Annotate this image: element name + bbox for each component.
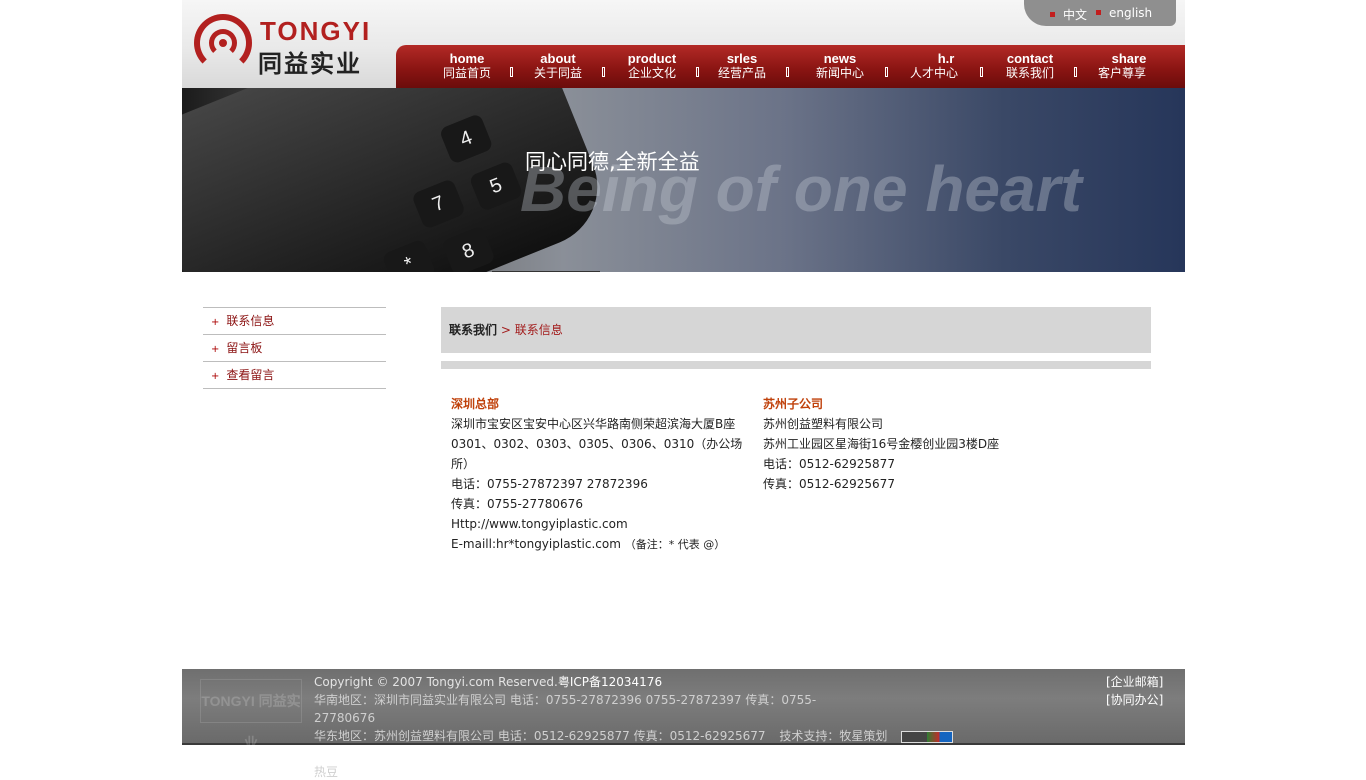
logo[interactable]: TONGYI 同益实业 [192, 10, 392, 80]
logo-text-en: TONGYI [260, 16, 372, 46]
nav-item-product[interactable]: product 企业文化 [614, 51, 690, 81]
nav-label-cn: 人才中心 [909, 66, 958, 80]
nav-separator-icon [602, 67, 605, 77]
footer-east-office: 华东地区：苏州创益塑料有限公司 电话：0512-62925877 传真：0512… [314, 729, 766, 743]
sidebar-item-label: 查看留言 [226, 368, 275, 382]
content-divider [441, 361, 1151, 369]
hq-email-prefix: E-maill: [451, 537, 496, 551]
phone-key: 8 [440, 225, 496, 272]
footer-icp-link[interactable]: 粤ICP备12034176 [558, 675, 662, 689]
footer-logo: TONGYI 同益实业 [200, 679, 302, 751]
hq-email-row: E-maill:hr*tongyiplastic.com （备注：* 代表 @） [451, 534, 743, 555]
nav-label-cn: 同益首页 [442, 66, 491, 80]
footer-link-enterprise-mail[interactable]: [企业邮箱] [1106, 673, 1163, 691]
hq-address: 深圳市宝安区宝安中心区兴华路南侧荣超滨海大厦B座0301、0302、0303、0… [451, 417, 743, 471]
nav-label-en: h.r [937, 51, 955, 66]
suzhou-phone: 电话：0512-62925877 [763, 457, 895, 471]
main-nav: home 同益首页 about 关于同益 product 企业文化 srles … [396, 45, 1185, 88]
lang-english-link[interactable]: english [1096, 6, 1152, 20]
nav-item-srles[interactable]: srles 经营产品 [704, 51, 780, 81]
nav-separator-icon [980, 67, 983, 77]
suzhou-title: 苏州子公司 [763, 397, 824, 411]
nav-item-contact[interactable]: contact 联系我们 [992, 51, 1068, 81]
footer: TONGYI 同益实业 Copyright © 2007 Tongyi.com … [182, 669, 1185, 751]
contact-suzhou: 苏州子公司 苏州创益塑料有限公司 苏州工业园区星海街16号金樱创业园3楼D座 电… [763, 394, 1063, 494]
hq-fax: 传真：0755-27780676 [451, 497, 583, 511]
phone-key: 5 [468, 160, 524, 212]
contact-hq: 深圳总部 深圳市宝安区宝安中心区兴华路南侧荣超滨海大厦B座0301、0302、0… [451, 394, 743, 555]
header: TONGYI 同益实业 中文 english home 同益首页 about 关… [182, 0, 1185, 88]
suzhou-company: 苏州创益塑料有限公司 [763, 417, 884, 431]
nav-label-en: share [1111, 51, 1147, 66]
breadcrumb-separator: > [497, 323, 515, 337]
nav-separator-icon [786, 67, 789, 77]
breadcrumb: 联系我们 > 联系信息 [441, 307, 1151, 353]
banner-title: 同心同德,全新全益 [525, 150, 700, 174]
nav-separator-icon [696, 67, 699, 77]
nav-label-en: news [823, 51, 857, 66]
logo-swirl-icon [194, 14, 252, 72]
footer-support: 技术支持：牧星策划 [779, 729, 888, 743]
hq-email: hr*tongyiplastic.com [496, 537, 621, 551]
nav-label-cn: 经营产品 [717, 66, 766, 80]
plus-icon: + [211, 344, 220, 355]
plus-icon: + [211, 317, 220, 328]
nav-label-en: about [540, 51, 576, 66]
nav-item-share[interactable]: share 客户尊享 [1084, 51, 1160, 81]
sidebar-item-label: 留言板 [226, 341, 263, 355]
nav-separator-icon [1074, 67, 1077, 77]
nav-item-home[interactable]: home 同益首页 [429, 51, 505, 81]
footer-copyright: Copyright © 2007 Tongyi.com Reserved. [314, 675, 558, 689]
nav-label-en: product [627, 51, 677, 66]
nav-label-cn: 新闻中心 [815, 66, 864, 80]
footer-extra-text: 热豆 [314, 765, 339, 779]
banner-divider [492, 271, 600, 272]
sidebar-item-label: 联系信息 [226, 314, 275, 328]
hq-website: Http://www.tongyiplastic.com [451, 517, 628, 531]
nav-item-about[interactable]: about 关于同益 [520, 51, 596, 81]
nav-label-cn: 企业文化 [627, 66, 676, 80]
hq-email-note: （备注：* 代表 @） [624, 538, 726, 551]
lang-chinese-link[interactable]: 中文 [1050, 6, 1087, 23]
nav-label-cn: 联系我们 [1005, 66, 1054, 80]
sidebar: + 联系信息 + 留言板 + 查看留言 [203, 307, 386, 389]
sidebar-item-message-board[interactable]: + 留言板 [203, 334, 386, 361]
footer-copyright-row: Copyright © 2007 Tongyi.com Reserved.粤IC… [314, 673, 854, 691]
suzhou-address: 苏州工业园区星海街16号金樱创业园3楼D座 [763, 437, 1000, 451]
phone-key: 7 [411, 178, 467, 230]
footer-south-office: 华南地区：深圳市同益实业有限公司 电话：0755-27872396 0755-2… [314, 693, 817, 725]
nav-separator-icon [510, 67, 513, 77]
breadcrumb-current: 联系信息 [514, 323, 563, 337]
nav-label-en: contact [1006, 51, 1054, 66]
hq-phone: 电话：0755-27872397 27872396 [451, 477, 648, 491]
sidebar-item-contact-info[interactable]: + 联系信息 [203, 307, 386, 334]
hq-title: 深圳总部 [451, 397, 500, 411]
nav-separator-icon [885, 67, 888, 77]
nav-label-cn: 关于同益 [533, 66, 582, 80]
banner: 4 7 5 8 * Being of one heart 同心同德,全新全益 [182, 88, 1185, 272]
suzhou-fax: 传真：0512-62925677 [763, 477, 895, 491]
phone-key: 4 [438, 113, 494, 165]
footer-east-row: 华东地区：苏州创益塑料有限公司 电话：0512-62925877 传真：0512… [314, 727, 954, 745]
nav-label-cn: 客户尊享 [1097, 66, 1146, 80]
page: TONGYI 同益实业 中文 english home 同益首页 about 关… [182, 0, 1185, 780]
footer-info: Copyright © 2007 Tongyi.com Reserved.粤IC… [314, 673, 954, 745]
breadcrumb-root[interactable]: 联系我们 [449, 323, 497, 337]
language-switcher: 中文 english [1024, 0, 1176, 26]
phone-key: * [381, 238, 437, 272]
sidebar-item-view-messages[interactable]: + 查看留言 [203, 361, 386, 389]
plus-icon: + [211, 371, 220, 382]
nav-item-hr[interactable]: h.r 人才中心 [896, 51, 972, 81]
footer-link-collaboration[interactable]: [协同办公] [1106, 691, 1163, 709]
nav-label-en: home [449, 51, 485, 66]
cnzz-badge-icon[interactable] [901, 730, 954, 743]
nav-label-en: srles [726, 51, 758, 66]
footer-links: [企业邮箱] [协同办公] [1106, 673, 1163, 709]
nav-item-news[interactable]: news 新闻中心 [802, 51, 878, 81]
logo-text-cn: 同益实业 [258, 50, 362, 78]
